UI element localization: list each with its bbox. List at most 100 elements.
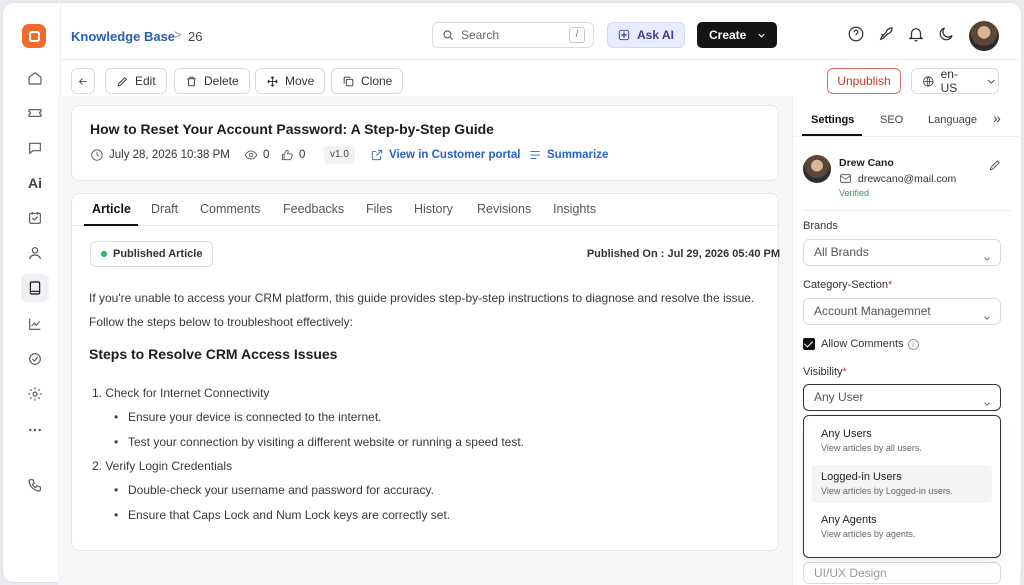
external-link-icon [371,149,383,161]
allow-comments-checkbox[interactable] [803,338,815,350]
knowledge-base-icon[interactable] [21,274,49,302]
option-logged-in-users[interactable]: Logged-in Users View articles by Logged-… [812,465,992,503]
view-portal-link[interactable]: View in Customer portal [370,148,520,162]
ask-ai-button[interactable]: Ask AI [607,22,685,48]
create-button[interactable]: Create [697,22,777,48]
author-avatar [803,155,831,183]
article-intro: If you're unable to access your CRM plat… [89,291,755,329]
option-any-agents[interactable]: Any Agents View articles by agents. [812,508,992,546]
left-rail: Ai [3,3,61,582]
sparkle-icon [618,29,630,41]
required-mark: * [842,366,847,378]
tab-article[interactable]: Article [92,202,131,216]
version-badge: v1.0 [324,146,355,164]
ai-icon[interactable]: Ai [21,169,49,197]
move-button[interactable]: Move [255,68,326,94]
article-title: How to Reset Your Account Password: A St… [90,121,494,137]
category-value: Account Managemnet [814,304,931,318]
trash-icon [187,76,196,86]
help-icon[interactable] [847,25,867,45]
tab-seo[interactable]: SEO [880,114,903,126]
info-icon[interactable]: i [907,338,919,350]
unpublish-button[interactable]: Unpublish [827,68,901,94]
more-tabs-icon[interactable]: » [993,110,1001,126]
rocket-icon[interactable] [877,25,897,45]
brands-select[interactable]: All Brands [803,239,1001,266]
category-label-text: Category-Section [803,279,888,291]
visibility-select[interactable]: Any User [803,384,1001,411]
tab-history[interactable]: History [414,202,453,216]
hidden-field[interactable]: UI/UX Design [803,562,1001,584]
tab-feedbacks[interactable]: Feedbacks [283,202,344,216]
tab-language[interactable]: Language [928,114,977,126]
app-logo[interactable] [22,24,46,48]
breadcrumb-current: 26 [188,29,203,44]
option-title: Any Users [821,428,872,440]
option-title: Logged-in Users [821,471,902,483]
tab-revisions[interactable]: Revisions [477,202,531,216]
search-shortcut: / [569,27,585,43]
ticket-icon[interactable] [21,99,49,127]
thumbs-up-icon [281,149,293,161]
option-any-users[interactable]: Any Users View articles by all users. [812,422,992,460]
chevron-down-icon [982,248,990,261]
edit-author-icon[interactable] [988,158,1002,177]
mail-icon [840,174,851,183]
visibility-label-text: Visibility [803,366,843,378]
brands-label: Brands [803,220,838,232]
option-desc: View articles by Logged-in users. [821,486,953,496]
bell-icon[interactable] [907,25,927,45]
breadcrumb-separator: > [174,27,182,42]
more-icon[interactable] [21,416,49,444]
breadcrumb-root[interactable]: Knowledge Base [71,29,175,44]
phone-icon[interactable] [21,471,49,499]
delete-button[interactable]: Delete [174,68,250,94]
search-placeholder: Search [461,28,500,42]
chat-icon[interactable] [21,134,49,162]
step-title: 2. Verify Login Credentials [92,459,233,473]
move-icon [267,75,278,87]
copy-icon [343,76,354,86]
panel-tabs-border [792,136,1020,137]
tasks-icon[interactable] [21,204,49,232]
chevron-down-icon [758,33,765,38]
language-select[interactable]: en-US [911,67,999,95]
status-badge: Published Article [90,241,214,267]
tab-files[interactable]: Files [366,202,392,216]
pencil-icon [117,76,127,86]
summarize-label: Summarize [547,149,609,161]
globe-icon [923,75,934,87]
author-email: drewcano@mail.com [839,172,956,185]
edit-button[interactable]: Edit [105,68,167,94]
summarize-button[interactable]: Summarize [528,148,608,162]
category-select[interactable]: Account Managemnet [803,298,1001,325]
view-portal-label: View in Customer portal [389,149,521,161]
visibility-value: Any User [814,390,864,404]
views-count: 0 [244,148,269,162]
clone-button[interactable]: Clone [331,68,404,94]
tab-settings[interactable]: Settings [811,114,854,126]
brands-value: All Brands [814,245,869,259]
analytics-icon[interactable] [21,310,49,338]
settings-icon[interactable] [21,380,49,408]
user-avatar[interactable] [969,21,999,51]
search-input[interactable]: Search / [432,22,594,48]
home-icon[interactable] [21,64,49,92]
check-circle-icon[interactable] [21,345,49,373]
tab-comments[interactable]: Comments [200,202,260,216]
chevron-down-icon [982,307,990,320]
back-button[interactable] [71,68,95,94]
ask-ai-label: Ask AI [637,28,674,42]
clone-label: Clone [361,74,393,88]
article-date: July 28, 2026 10:38 PM [90,148,230,162]
article-date-text: July 28, 2026 10:38 PM [109,149,230,161]
step-bullet: Ensure that Caps Lock and Num Lock keys … [114,508,450,522]
divider [803,210,1011,211]
moon-icon[interactable] [937,25,957,45]
tab-insights[interactable]: Insights [553,202,596,216]
author-name: Drew Cano [839,157,894,169]
likes-value: 0 [299,149,306,161]
tab-draft[interactable]: Draft [151,202,178,216]
user-icon[interactable] [21,239,49,267]
edit-label: Edit [135,74,156,88]
